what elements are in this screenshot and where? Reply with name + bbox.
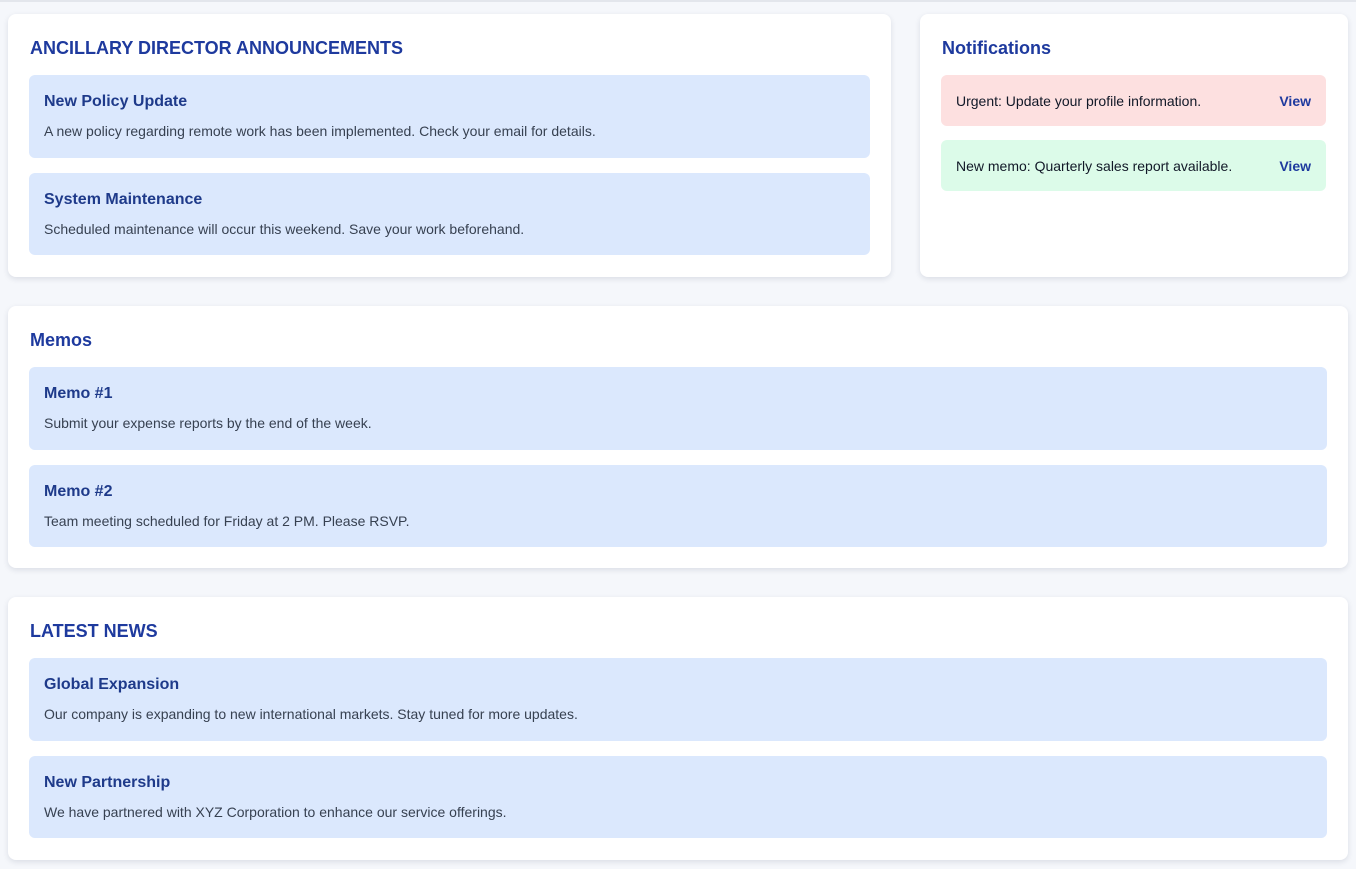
memo-item-title: Memo #1 <box>44 385 113 402</box>
announcement-item-title: New Policy Update <box>44 93 188 110</box>
memo-item-text: Team meeting scheduled for Friday at 2 P… <box>44 513 410 529</box>
news-title: LATEST NEWS <box>30 621 158 641</box>
announcement-item-title: System Maintenance <box>44 191 203 208</box>
announcement-item-text: Scheduled maintenance will occur this we… <box>44 221 525 237</box>
memo-item: Memo #1 Submit your expense reports by t… <box>29 367 1327 450</box>
announcement-item: System Maintenance Scheduled maintenance… <box>29 173 870 255</box>
notification-text: Urgent: Update your profile information. <box>956 92 1202 109</box>
notification-view-link[interactable]: View <box>1279 158 1311 174</box>
notification-urgent: Urgent: Update your profile information.… <box>941 75 1326 126</box>
announcement-item: New Policy Update A new policy regarding… <box>29 75 870 158</box>
notification-text: New memo: Quarterly sales report availab… <box>956 157 1233 174</box>
news-item-title: New Partnership <box>44 774 171 791</box>
news-item-text: Our company is expanding to new internat… <box>44 706 578 722</box>
news-item-title: Global Expansion <box>44 676 180 693</box>
notifications-title: Notifications <box>942 38 1052 58</box>
memo-item-text: Submit your expense reports by the end o… <box>44 415 372 431</box>
news-panel: LATEST NEWS Global Expansion Our company… <box>8 597 1348 860</box>
notification-memo: New memo: Quarterly sales report availab… <box>941 140 1326 191</box>
news-item: Global Expansion Our company is expandin… <box>29 658 1327 741</box>
memo-item-title: Memo #2 <box>44 483 113 500</box>
memos-title: Memos <box>30 330 93 350</box>
announcements-panel: ANCILLARY DIRECTOR ANNOUNCEMENTS New Pol… <box>8 14 891 277</box>
notifications-panel: Notifications Urgent: Update your profil… <box>920 14 1348 277</box>
news-item: New Partnership We have partnered with X… <box>29 756 1327 838</box>
announcements-title: ANCILLARY DIRECTOR ANNOUNCEMENTS <box>30 38 404 58</box>
news-item-text: We have partnered with XYZ Corporation t… <box>44 804 507 820</box>
memos-panel: Memos Memo #1 Submit your expense report… <box>8 306 1348 568</box>
top-divider <box>0 0 1356 2</box>
notification-view-link[interactable]: View <box>1279 93 1311 109</box>
announcement-item-text: A new policy regarding remote work has b… <box>44 123 596 139</box>
memo-item: Memo #2 Team meeting scheduled for Frida… <box>29 465 1327 547</box>
